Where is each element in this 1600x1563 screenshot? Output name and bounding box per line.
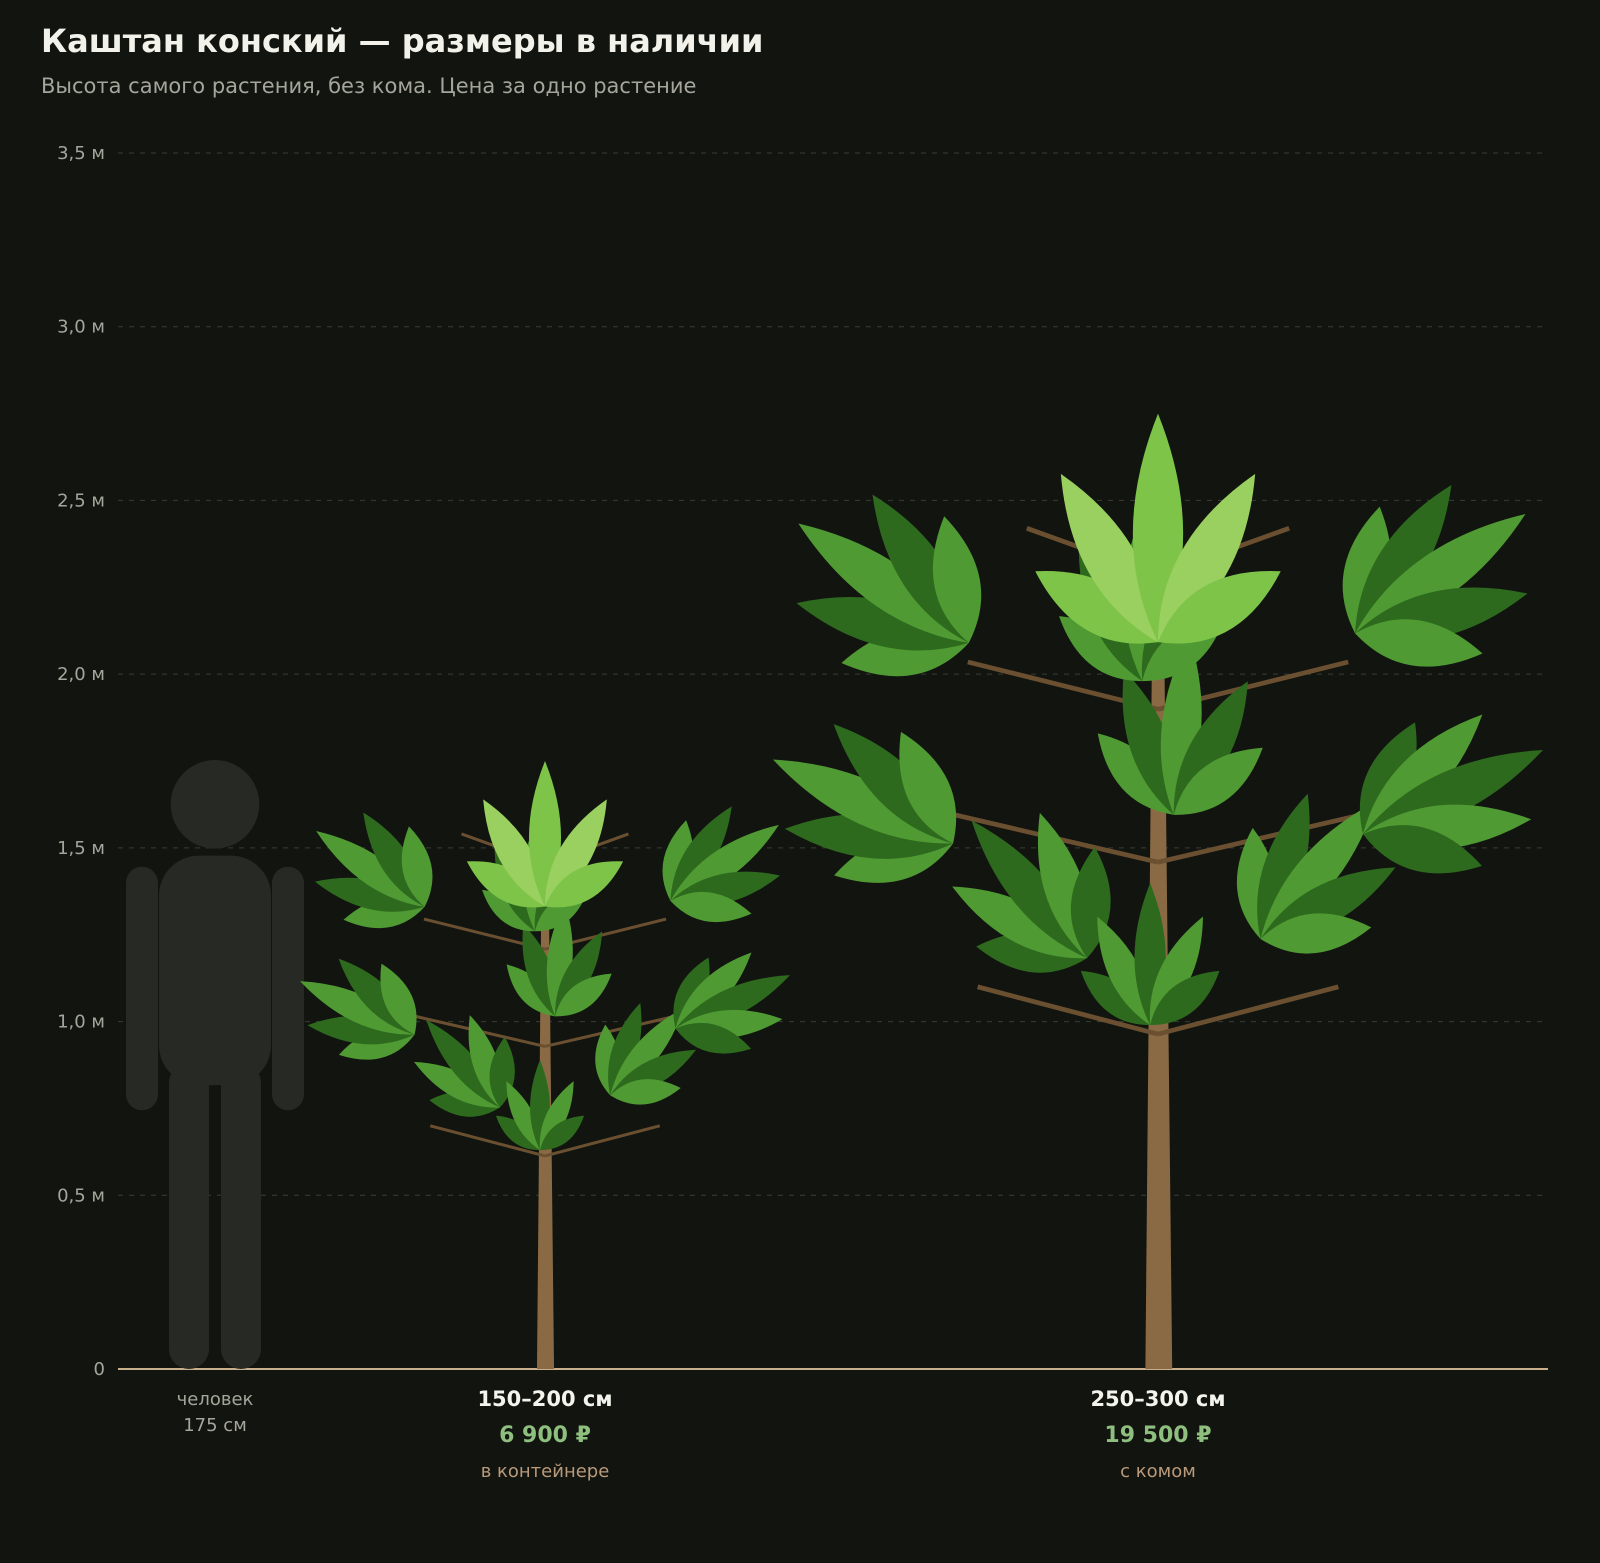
y-tick-label: 2,0 м <box>57 664 105 685</box>
y-tick-label: 3,5 м <box>57 143 105 164</box>
human-silhouette-icon <box>126 759 304 1369</box>
human-left-arm <box>126 866 158 1111</box>
human-right-leg <box>221 1062 261 1369</box>
human-torso <box>159 855 271 1086</box>
price-label: 19 500 ₽ <box>1104 1423 1211 1448</box>
human-head <box>170 759 260 849</box>
height-comparison-chart: 0 0,5 м 1,0 м 1,5 м 2,0 м 2,5 м 3,0 м 3,5 м чело… <box>57 143 1548 1482</box>
category-label: 250–300 см <box>1090 1387 1225 1411</box>
y-tick-label: 1,5 м <box>57 838 105 859</box>
y-tick-label: 1,0 м <box>57 1012 105 1033</box>
chestnut-tree-icon <box>299 761 791 1369</box>
human-left-leg <box>169 1062 209 1369</box>
price-label: 6 900 ₽ <box>499 1423 591 1448</box>
y-tick-label: 3,0 м <box>57 317 105 338</box>
human-height-label: 175 см <box>183 1415 247 1436</box>
y-gridlines: 0 0,5 м 1,0 м 1,5 м 2,0 м 2,5 м 3,0 м 3,5 м <box>57 143 1548 1380</box>
human-label: человек <box>177 1389 254 1410</box>
human-right-arm <box>272 866 304 1111</box>
packaging-label: с комом <box>1120 1461 1196 1482</box>
packaging-label: в контейнере <box>481 1461 610 1482</box>
y-tick-label: 0,5 м <box>57 1185 105 1206</box>
y-tick-label: 0 <box>94 1359 105 1380</box>
y-tick-label: 2,5 м <box>57 490 105 511</box>
category-label: 150–200 см <box>477 1387 612 1411</box>
chestnut-tree-icon <box>772 413 1544 1369</box>
